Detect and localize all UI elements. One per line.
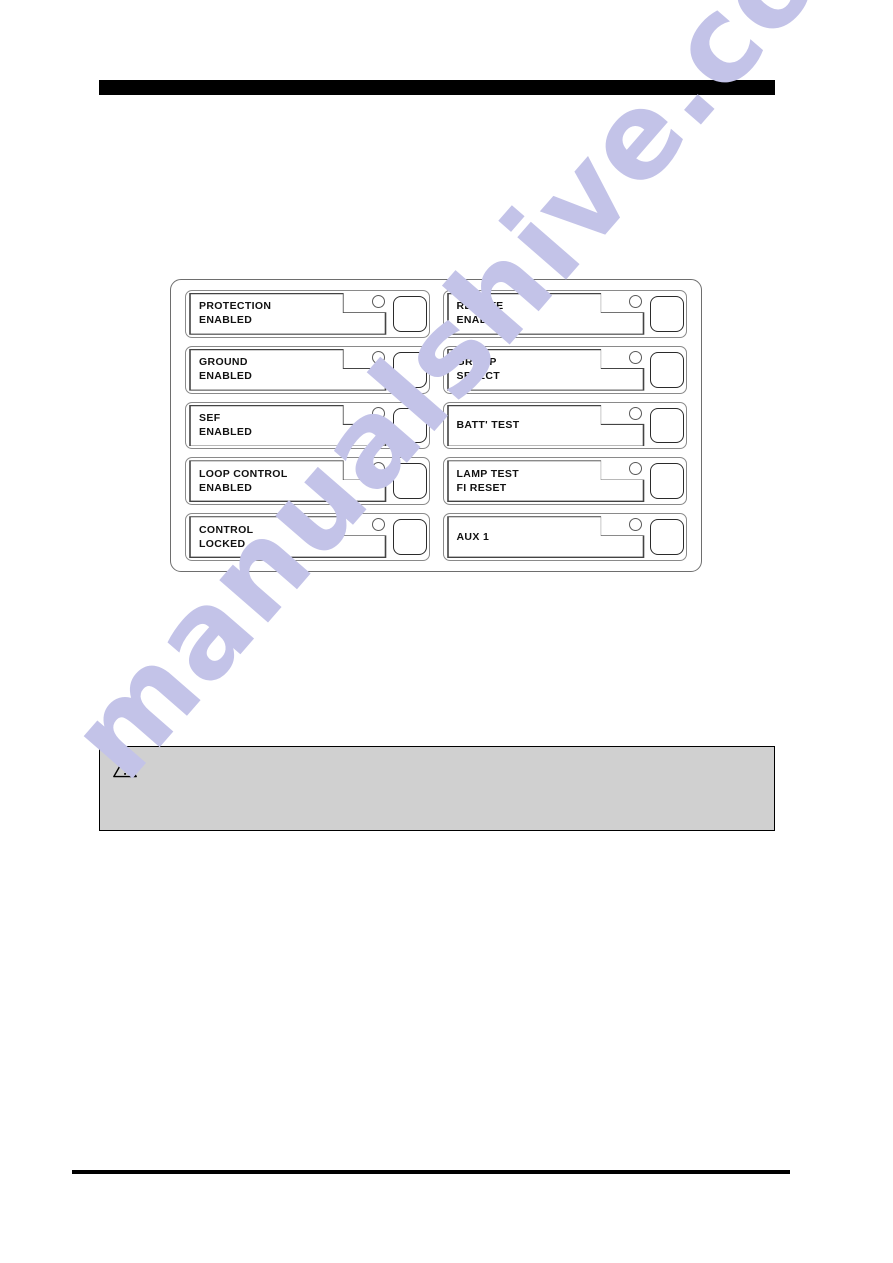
label-plate-group-select: GROUP SELECT <box>445 348 645 391</box>
control-row-loop-control-enabled: LOOP CONTROL ENABLED <box>185 457 430 506</box>
label-text-control-locked: CONTROL LOCKED <box>199 516 384 558</box>
push-button-batt-test[interactable] <box>650 407 684 444</box>
push-button-group-select[interactable] <box>650 351 684 388</box>
led-indicator-loop-control-enabled <box>371 462 385 476</box>
label-line: BATT' TEST <box>456 418 520 431</box>
label-plate-loop-control-enabled: LOOP CONTROL ENABLED <box>188 460 388 503</box>
led-indicator-lamp-test-fi-reset <box>629 462 643 476</box>
label-text-ground-enabled: GROUND ENABLED <box>199 349 384 391</box>
led-indicator-aux-1 <box>629 518 643 532</box>
label-plate-ground-enabled: GROUND ENABLED <box>188 348 388 391</box>
header-rule <box>99 80 775 95</box>
label-plate-remote-enabled: REMOTE ENABLED <box>445 293 645 335</box>
control-row-remote-enabled: REMOTE ENABLED <box>442 290 687 338</box>
label-line: ENABLED <box>199 481 253 494</box>
label-line: PROTECTION <box>199 300 272 313</box>
label-line: ENABLED <box>456 314 510 327</box>
warning-triangle-icon <box>112 755 138 779</box>
control-panel: PROTECTION ENABLED GROUND ENABLED SEF ENABLED… <box>170 279 702 572</box>
led-indicator-group-select <box>629 350 643 364</box>
label-plate-control-locked: CONTROL LOCKED <box>188 516 388 558</box>
label-text-batt-test: BATT' TEST <box>457 405 642 447</box>
label-line: ENABLED <box>199 425 253 438</box>
label-line: LOOP CONTROL <box>199 467 288 480</box>
push-button-protection-enabled[interactable] <box>392 295 427 332</box>
label-line: GROUND <box>199 356 248 369</box>
control-row-group-select: GROUP SELECT <box>442 345 687 394</box>
push-button-control-locked[interactable] <box>392 519 427 556</box>
label-text-group-select: GROUP SELECT <box>457 349 642 391</box>
label-text-remote-enabled: REMOTE ENABLED <box>457 293 642 335</box>
push-button-lamp-test-fi-reset[interactable] <box>650 463 684 500</box>
label-line: SEF <box>199 411 221 424</box>
control-row-control-locked: CONTROL LOCKED <box>185 513 430 561</box>
push-button-loop-control-enabled[interactable] <box>392 463 427 500</box>
label-line: SELECT <box>456 370 501 383</box>
watermark-layer: manualshive.com <box>0 0 893 1263</box>
warning-note-text <box>148 757 760 822</box>
push-button-remote-enabled[interactable] <box>650 295 684 332</box>
led-indicator-batt-test <box>629 406 643 420</box>
right-column: REMOTE ENABLED GROUP SELECT BATT' TEST LAMP T… <box>442 290 687 561</box>
label-text-protection-enabled: PROTECTION ENABLED <box>199 293 384 335</box>
panel-grid: PROTECTION ENABLED GROUND ENABLED SEF ENABLED… <box>185 290 687 561</box>
label-text-aux-1: AUX 1 <box>457 516 642 558</box>
footer-rule <box>72 1170 790 1174</box>
warning-note-box <box>99 746 775 831</box>
label-line: REMOTE <box>456 300 504 313</box>
label-line: CONTROL <box>199 523 254 536</box>
control-row-protection-enabled: PROTECTION ENABLED <box>185 290 430 338</box>
led-indicator-ground-enabled <box>371 350 385 364</box>
led-indicator-protection-enabled <box>371 295 385 308</box>
label-plate-batt-test: BATT' TEST <box>445 404 645 447</box>
push-button-ground-enabled[interactable] <box>392 351 427 388</box>
left-column: PROTECTION ENABLED GROUND ENABLED SEF ENABLED… <box>185 290 430 561</box>
label-line: LOCKED <box>199 537 246 550</box>
push-button-sef-enabled[interactable] <box>392 407 427 444</box>
control-row-ground-enabled: GROUND ENABLED <box>185 345 430 394</box>
label-text-sef-enabled: SEF ENABLED <box>199 405 384 447</box>
control-row-sef-enabled: SEF ENABLED <box>185 401 430 450</box>
led-indicator-control-locked <box>371 518 385 532</box>
label-line: ENABLED <box>199 370 253 383</box>
push-button-aux-1[interactable] <box>650 519 684 556</box>
control-row-batt-test: BATT' TEST <box>442 401 687 450</box>
label-plate-sef-enabled: SEF ENABLED <box>188 404 388 447</box>
label-text-lamp-test-fi-reset: LAMP TEST FI RESET <box>457 460 642 502</box>
label-line: GROUP <box>456 356 497 369</box>
label-plate-protection-enabled: PROTECTION ENABLED <box>188 293 388 335</box>
label-plate-lamp-test-fi-reset: LAMP TEST FI RESET <box>445 460 645 503</box>
control-row-lamp-test-fi-reset: LAMP TEST FI RESET <box>442 457 687 506</box>
label-plate-aux-1: AUX 1 <box>445 516 645 558</box>
led-indicator-sef-enabled <box>371 406 385 420</box>
label-line: FI RESET <box>456 481 507 494</box>
label-line: AUX 1 <box>456 530 490 543</box>
label-line: LAMP TEST <box>456 467 519 480</box>
label-text-loop-control-enabled: LOOP CONTROL ENABLED <box>199 460 384 502</box>
label-line: ENABLED <box>199 314 253 327</box>
control-row-aux-1: AUX 1 <box>442 513 687 561</box>
led-indicator-remote-enabled <box>629 295 643 308</box>
